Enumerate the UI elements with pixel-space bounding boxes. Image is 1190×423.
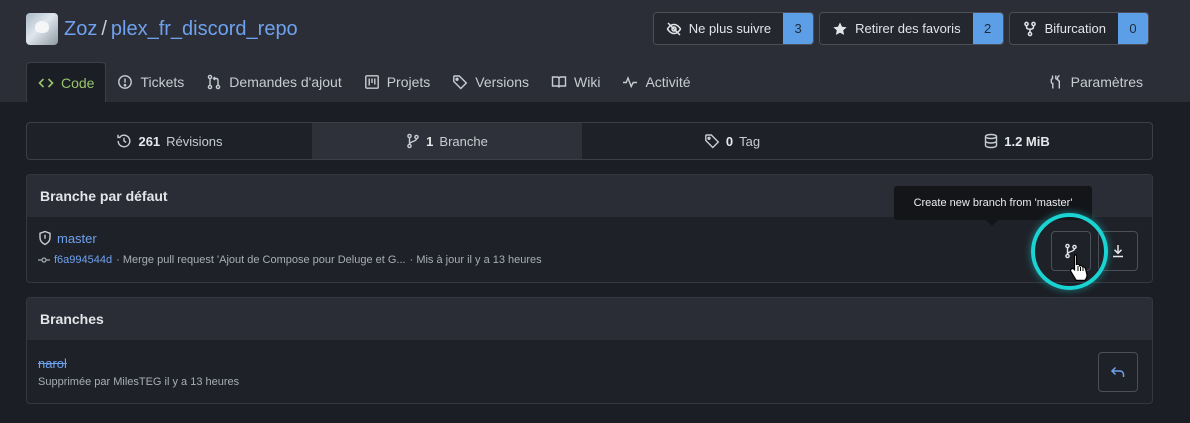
tab-projects[interactable]: Projets bbox=[353, 62, 442, 102]
branches-heading: Branches bbox=[27, 298, 1152, 340]
repo-size: 1.2 MiB bbox=[1004, 133, 1050, 149]
tools-icon bbox=[1048, 74, 1064, 90]
branches-stat[interactable]: 1 Branche bbox=[312, 123, 582, 159]
issue-icon bbox=[117, 74, 133, 90]
repo-separator: / bbox=[101, 17, 107, 40]
watchers-count[interactable]: 3 bbox=[783, 13, 814, 44]
default-branch-commit-meta: f6a994544d · Merge pull request 'Ajout d… bbox=[38, 254, 542, 266]
commit-icon bbox=[38, 255, 50, 265]
reply-icon bbox=[1110, 365, 1126, 379]
pulse-icon bbox=[622, 74, 638, 90]
tab-settings-label: Paramètres bbox=[1070, 74, 1143, 90]
owner-avatar[interactable] bbox=[26, 13, 58, 45]
history-icon bbox=[116, 133, 132, 149]
tab-code-label: Code bbox=[61, 74, 95, 91]
fork-label: Bifurcation bbox=[1044, 21, 1106, 36]
branches-label: Branche bbox=[439, 133, 488, 149]
tab-tickets-label: Tickets bbox=[140, 74, 185, 90]
fork-main[interactable]: Bifurcation bbox=[1009, 13, 1118, 44]
repo-stats-bar: 261 Révisions 1 Branche 0 Tag 1.2 MiB bbox=[26, 122, 1153, 160]
tab-tickets[interactable]: Tickets bbox=[106, 62, 195, 102]
deleted-branch-link[interactable]: narol bbox=[38, 356, 67, 371]
commit-sha-link[interactable]: f6a994544d bbox=[54, 254, 112, 266]
size-stat: 1.2 MiB bbox=[882, 123, 1152, 159]
tab-versions[interactable]: Versions bbox=[441, 62, 540, 102]
tab-activity[interactable]: Activité bbox=[611, 62, 701, 102]
default-branch-link[interactable]: master bbox=[57, 231, 97, 246]
book-icon bbox=[551, 74, 567, 90]
unwatch-label: Ne plus suivre bbox=[688, 21, 772, 36]
pull-request-icon bbox=[206, 74, 222, 90]
tab-versions-label: Versions bbox=[475, 74, 529, 90]
star-icon bbox=[832, 21, 848, 37]
download-button[interactable] bbox=[1098, 231, 1138, 271]
repo-header: Zoz / plex_fr_discord_repo Ne plus suivr… bbox=[0, 0, 1190, 102]
database-icon bbox=[984, 133, 998, 149]
project-icon bbox=[364, 74, 380, 90]
fork-button[interactable]: Bifurcation 0 bbox=[1008, 12, 1149, 45]
eye-off-icon bbox=[666, 21, 682, 37]
tags-label: Tag bbox=[739, 133, 761, 149]
commit-updated-time: · Mis à jour il y a 13 heures bbox=[409, 254, 542, 266]
tab-code[interactable]: Code bbox=[26, 62, 107, 102]
commits-stat[interactable]: 261 Révisions bbox=[27, 123, 312, 159]
unwatch-button[interactable]: Ne plus suivre 3 bbox=[652, 12, 815, 45]
tags-count: 0 bbox=[725, 133, 734, 149]
hand-pointer-cursor-icon bbox=[1067, 253, 1091, 281]
branch-icon bbox=[406, 133, 420, 149]
tab-pull-requests-label: Demandes d'ajout bbox=[229, 74, 342, 90]
tab-pull-requests[interactable]: Demandes d'ajout bbox=[195, 62, 352, 102]
tab-settings[interactable]: Paramètres bbox=[1037, 62, 1154, 102]
repo-name-link[interactable]: plex_fr_discord_repo bbox=[111, 18, 298, 41]
stars-count[interactable]: 2 bbox=[972, 13, 1003, 44]
commits-label: Révisions bbox=[166, 133, 223, 149]
unstar-label: Retirer des favoris bbox=[855, 21, 961, 36]
branches-panel: Branches narol Supprimée par MilesTEG il… bbox=[26, 297, 1153, 404]
code-icon bbox=[38, 75, 54, 91]
tab-activity-label: Activité bbox=[645, 74, 691, 90]
fork-icon bbox=[1022, 21, 1038, 37]
tags-stat[interactable]: 0 Tag bbox=[582, 123, 882, 159]
unstar-button[interactable]: Retirer des favoris 2 bbox=[819, 12, 1004, 45]
tab-projects-label: Projets bbox=[386, 74, 431, 90]
tag-icon bbox=[452, 74, 468, 90]
restore-branch-button[interactable] bbox=[1098, 352, 1138, 392]
default-branch-row: master bbox=[38, 230, 97, 246]
commits-count: 261 bbox=[138, 133, 161, 149]
unwatch-main[interactable]: Ne plus suivre bbox=[653, 13, 784, 44]
deleted-branch-status: Supprimée par MilesTEG il y a 13 heures bbox=[38, 376, 240, 388]
repo-owner-link[interactable]: Zoz bbox=[64, 18, 97, 41]
repo-title: Zoz / plex_fr_discord_repo bbox=[26, 13, 298, 45]
deleted-branch-row: narol bbox=[38, 356, 67, 371]
deleted-branch-meta: Supprimée par MilesTEG il y a 13 heures bbox=[38, 376, 239, 388]
forks-count[interactable]: 0 bbox=[1118, 13, 1148, 44]
tab-wiki-label: Wiki bbox=[574, 74, 601, 90]
tag-icon bbox=[704, 133, 720, 149]
tab-wiki[interactable]: Wiki bbox=[540, 62, 611, 102]
shield-icon bbox=[38, 230, 52, 246]
branches-count: 1 bbox=[426, 133, 434, 149]
repo-tabs: Code Tickets Demandes d'ajout Projets Ve… bbox=[26, 62, 1154, 102]
repo-actions: Ne plus suivre 3 Retirer des favoris 2 B… bbox=[652, 12, 1149, 45]
commit-message[interactable]: · Merge pull request 'Ajout de Compose p… bbox=[116, 254, 405, 266]
create-branch-tooltip: Create new branch from 'master' bbox=[894, 186, 1092, 226]
download-icon bbox=[1111, 243, 1125, 259]
unstar-main[interactable]: Retirer des favoris bbox=[820, 13, 973, 44]
